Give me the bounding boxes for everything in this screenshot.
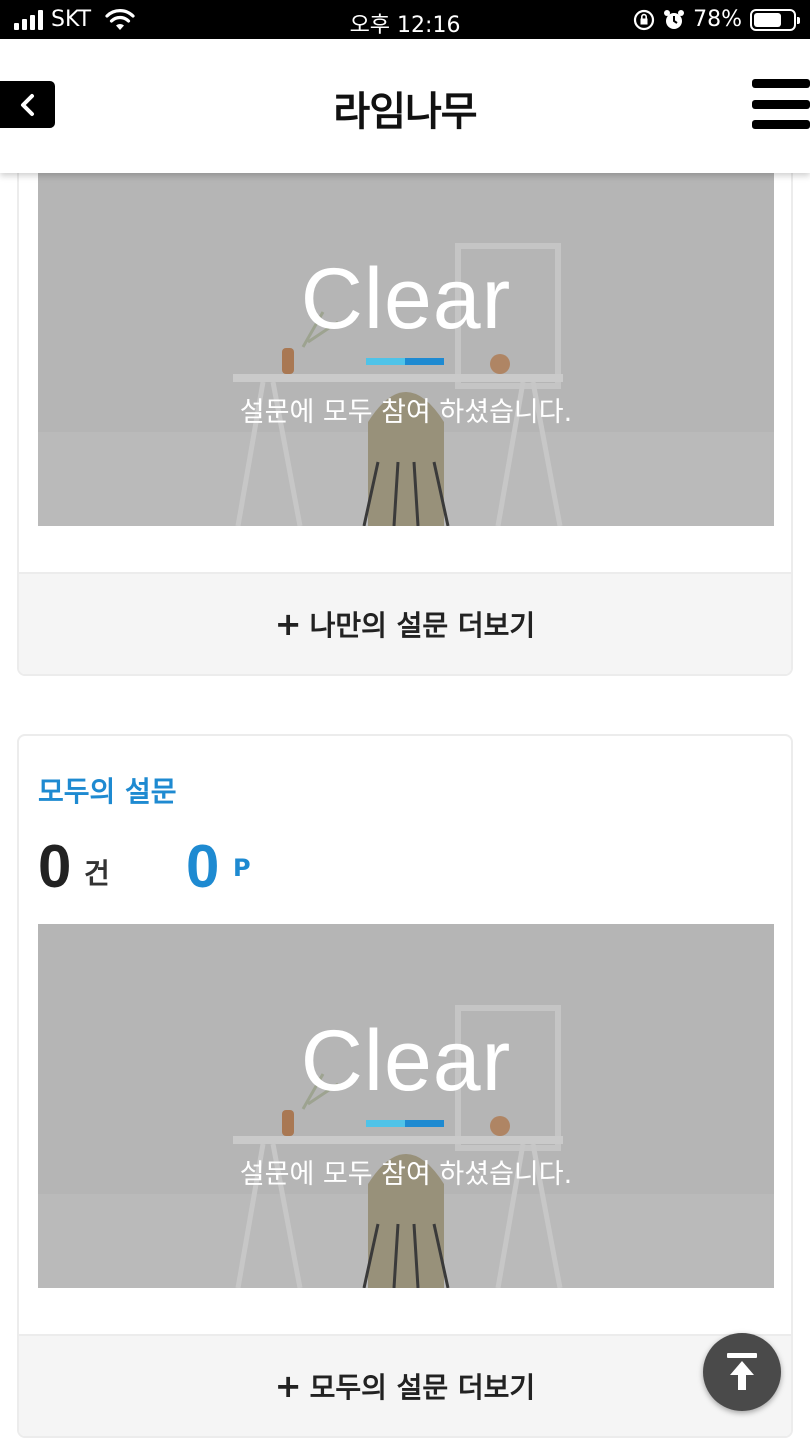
point-unit: P bbox=[233, 854, 251, 882]
orientation-lock-icon bbox=[633, 9, 655, 30]
my-survey-card: Clear 설문에 모두 참여 하셨습니다. + 나만의 설문 더보기 bbox=[17, 120, 793, 676]
section-title: 모두의 설문 bbox=[38, 775, 177, 808]
banner-message: 설문에 모두 참여 하셨습니다. bbox=[239, 1159, 573, 1190]
survey-clear-banner: Clear 설문에 모두 참여 하셨습니다. bbox=[38, 924, 774, 1288]
alarm-icon bbox=[664, 9, 685, 29]
status-bar: SKT 오후 12:16 78% bbox=[0, 0, 810, 39]
headline-underline bbox=[366, 1120, 444, 1127]
point-value: 0 bbox=[186, 833, 220, 900]
plus-icon: + bbox=[274, 605, 302, 643]
all-survey-card: 모두의 설문 0 건 0 P Clear 설문에 모두 참여 하셨습니다. + … bbox=[17, 734, 793, 1438]
status-right: 78% bbox=[633, 7, 800, 32]
banner-message: 설문에 모두 참여 하셨습니다. bbox=[239, 397, 573, 428]
menu-button[interactable] bbox=[752, 79, 810, 129]
survey-clear-banner: Clear 설문에 모두 참여 하셨습니다. bbox=[38, 162, 774, 526]
banner-headline: Clear bbox=[300, 251, 512, 347]
battery-icon bbox=[750, 8, 800, 31]
more-label: 모두의 설문 더보기 bbox=[309, 1371, 536, 1404]
arrow-up-to-top-icon bbox=[727, 1353, 757, 1390]
app-header: 라임나무 bbox=[0, 39, 810, 173]
survey-count-unit: 건 bbox=[84, 857, 110, 890]
survey-count-value: 0 bbox=[38, 833, 72, 900]
survey-stats: 0 건 0 P bbox=[38, 832, 438, 902]
scroll-top-button[interactable] bbox=[703, 1333, 781, 1411]
my-survey-more-button[interactable]: + 나만의 설문 더보기 bbox=[19, 572, 791, 674]
more-label: 나만의 설문 더보기 bbox=[309, 609, 536, 642]
hamburger-menu-icon bbox=[752, 79, 810, 88]
headline-underline bbox=[366, 358, 444, 365]
page-title: 라임나무 bbox=[333, 89, 477, 135]
banner-headline: Clear bbox=[300, 1013, 512, 1109]
plus-icon: + bbox=[274, 1367, 302, 1405]
all-survey-more-button[interactable]: + 모두의 설문 더보기 bbox=[19, 1334, 791, 1436]
battery-percent: 78% bbox=[693, 7, 742, 32]
